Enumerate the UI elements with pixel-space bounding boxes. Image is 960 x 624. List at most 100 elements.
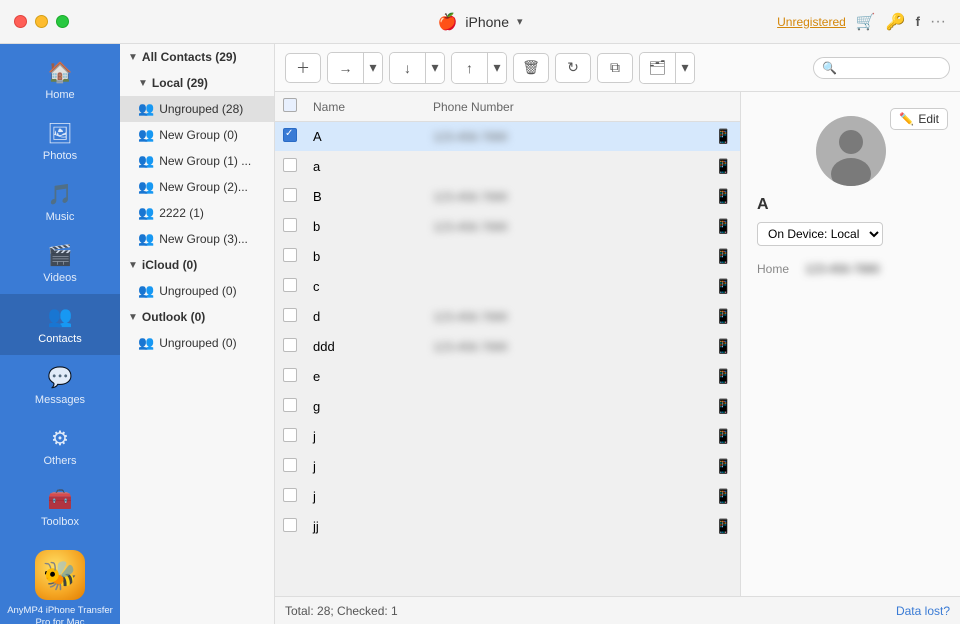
row-checkbox[interactable] [283, 188, 297, 202]
table-row[interactable]: a📱 [275, 152, 740, 182]
group-item-label-1: New Group (0) [159, 128, 266, 142]
archive-button[interactable]: 🗂 [640, 53, 676, 83]
sidebar-label-videos: Videos [43, 272, 76, 284]
table-row[interactable]: j📱 [275, 422, 740, 452]
sidebar: 🏠 Home 🖼 Photos 🎵 Music 🎬 Videos 👥 Conta… [0, 44, 120, 624]
sidebar-item-photos[interactable]: 🖼 Photos [0, 111, 120, 172]
archive-dropdown-button[interactable]: ▾ [676, 53, 694, 83]
header-checkbox[interactable] [283, 98, 297, 112]
duplicate-button[interactable]: ⧉ [597, 53, 633, 83]
group-item-new2[interactable]: 👥 New Group (1) ... [120, 148, 274, 174]
table-row[interactable]: ddd123-456-7890📱 [275, 332, 740, 362]
group-item-outlook-label: Ungrouped (0) [159, 336, 266, 350]
unregistered-link[interactable]: Unregistered [777, 15, 846, 29]
contact-phone-cell [425, 242, 707, 272]
more-icon[interactable]: ··· [930, 13, 946, 31]
row-checkbox[interactable] [283, 338, 297, 352]
device-selector[interactable]: On Device: Local [757, 222, 944, 246]
table-row[interactable]: b📱 [275, 242, 740, 272]
group-people-icon-5: 👥 [138, 231, 154, 247]
export-dropdown-button[interactable]: ▾ [426, 53, 444, 83]
row-checkbox[interactable] [283, 488, 297, 502]
table-row[interactable]: B123-456-7890📱 [275, 182, 740, 212]
table-row[interactable]: j📱 [275, 482, 740, 512]
outlook-header[interactable]: ▼ Outlook (0) [120, 304, 274, 330]
table-row[interactable]: e📱 [275, 362, 740, 392]
delete-button[interactable]: 🗑 [513, 53, 549, 83]
others-icon: ⚙ [51, 426, 69, 451]
local-header[interactable]: ▼ Local (29) [120, 70, 274, 96]
home-field: Home 123-456-7890 [757, 262, 944, 276]
edit-button[interactable]: ✏️ Edit [890, 108, 948, 130]
sidebar-item-others[interactable]: ⚙ Others [0, 416, 120, 477]
group-item-new3[interactable]: 👥 New Group (2)... [120, 174, 274, 200]
table-row[interactable]: c📱 [275, 272, 740, 302]
row-checkbox[interactable] [283, 218, 297, 232]
all-contacts-header[interactable]: ▼ All Contacts (29) [120, 44, 274, 70]
table-row[interactable]: jj📱 [275, 512, 740, 542]
device-dropdown[interactable]: On Device: Local [757, 222, 883, 246]
row-checkbox[interactable] [283, 308, 297, 322]
row-checkbox[interactable] [283, 518, 297, 532]
sidebar-item-messages[interactable]: 💬 Messages [0, 355, 120, 416]
group-item-outlook-ungrouped[interactable]: 👥 Ungrouped (0) [120, 330, 274, 356]
contact-name-cell: a [305, 152, 425, 182]
sidebar-item-videos[interactable]: 🎬 Videos [0, 233, 120, 294]
transfer-dropdown-button[interactable]: ▾ [488, 53, 506, 83]
app-footer[interactable]: 🐝 AnyMP4 iPhone Transfer Pro for Mac [0, 538, 120, 624]
import-dropdown-button[interactable]: ▾ [364, 53, 382, 83]
group-item-icloud-ungrouped[interactable]: 👥 Ungrouped (0) [120, 278, 274, 304]
traffic-lights [14, 15, 69, 28]
group-people-icon-4: 👥 [138, 205, 154, 221]
contact-name: A [757, 196, 944, 214]
search-box: 🔍 [813, 57, 950, 79]
export-button[interactable]: ↓ [390, 53, 426, 83]
group-item-new1[interactable]: 👥 New Group (0) [120, 122, 274, 148]
status-text: Total: 28; Checked: 1 [285, 604, 398, 618]
table-row[interactable]: d123-456-7890📱 [275, 302, 740, 332]
icloud-header[interactable]: ▼ iCloud (0) [120, 252, 274, 278]
contact-device-cell: 📱 [707, 302, 740, 332]
cart-icon[interactable]: 🛒 [856, 12, 876, 32]
row-checkbox[interactable] [283, 128, 297, 142]
row-checkbox[interactable] [283, 398, 297, 412]
import-button[interactable]: → [328, 53, 364, 83]
group-item-label-2: New Group (1) ... [159, 154, 266, 168]
minimize-button[interactable] [35, 15, 48, 28]
transfer-button[interactable]: ↑ [452, 53, 488, 83]
row-checkbox[interactable] [283, 428, 297, 442]
facebook-icon[interactable]: f [916, 14, 920, 29]
edit-label: Edit [918, 112, 939, 126]
group-item-new4[interactable]: 👥 New Group (3)... [120, 226, 274, 252]
row-checkbox[interactable] [283, 458, 297, 472]
maximize-button[interactable] [56, 15, 69, 28]
contact-device-cell: 📱 [707, 122, 740, 152]
contact-table: Name Phone Number A123-456-7890📱a📱B123-4… [275, 92, 740, 542]
group-item-ungrouped[interactable]: 👥 Ungrouped (28) [120, 96, 274, 122]
contact-name-cell: b [305, 212, 425, 242]
close-button[interactable] [14, 15, 27, 28]
sidebar-item-toolbox[interactable]: 🧰 Toolbox [0, 477, 120, 538]
chevron-down-icon[interactable]: ▾ [517, 15, 523, 28]
refresh-button[interactable]: ↻ [555, 53, 591, 83]
contact-phone-cell: 123-456-7890 [425, 212, 707, 242]
table-row[interactable]: j📱 [275, 452, 740, 482]
row-checkbox[interactable] [283, 278, 297, 292]
key-icon[interactable]: 🔑 [886, 12, 906, 32]
sidebar-item-home[interactable]: 🏠 Home [0, 50, 120, 111]
row-checkbox[interactable] [283, 158, 297, 172]
table-row[interactable]: b123-456-7890📱 [275, 212, 740, 242]
row-checkbox[interactable] [283, 368, 297, 382]
sidebar-item-music[interactable]: 🎵 Music [0, 172, 120, 233]
data-lost-link[interactable]: Data lost? [896, 604, 950, 618]
search-input[interactable] [841, 61, 941, 75]
table-row[interactable]: A123-456-7890📱 [275, 122, 740, 152]
add-button[interactable]: ＋ [285, 53, 321, 83]
group-item-2222[interactable]: 👥 2222 (1) [120, 200, 274, 226]
app-logo: 🐝 [35, 550, 85, 600]
table-row[interactable]: g📱 [275, 392, 740, 422]
sidebar-item-contacts[interactable]: 👥 Contacts [0, 294, 120, 355]
contact-phone-cell [425, 272, 707, 302]
row-checkbox[interactable] [283, 248, 297, 262]
sidebar-label-messages: Messages [35, 394, 85, 406]
